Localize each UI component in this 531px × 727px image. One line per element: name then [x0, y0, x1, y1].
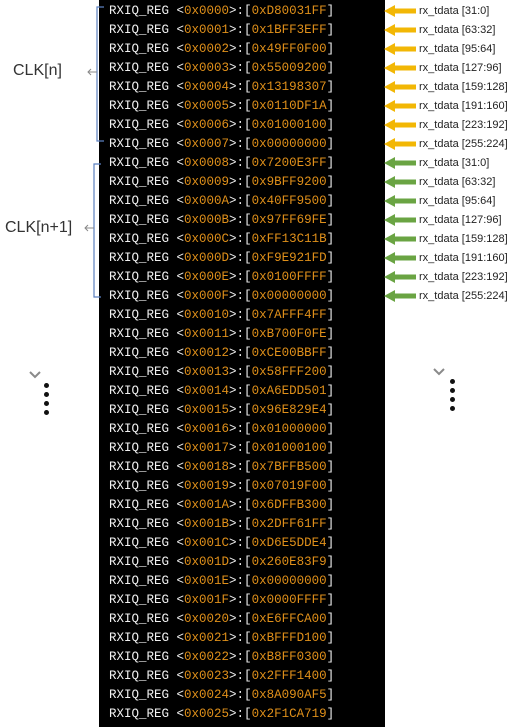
vertical-ellipsis-icon — [450, 388, 455, 393]
vertical-ellipsis-icon — [450, 397, 455, 402]
vertical-ellipsis-icon — [450, 379, 455, 384]
right-chevron-down-icon — [433, 368, 445, 376]
vertical-ellipsis-icon — [450, 406, 455, 411]
